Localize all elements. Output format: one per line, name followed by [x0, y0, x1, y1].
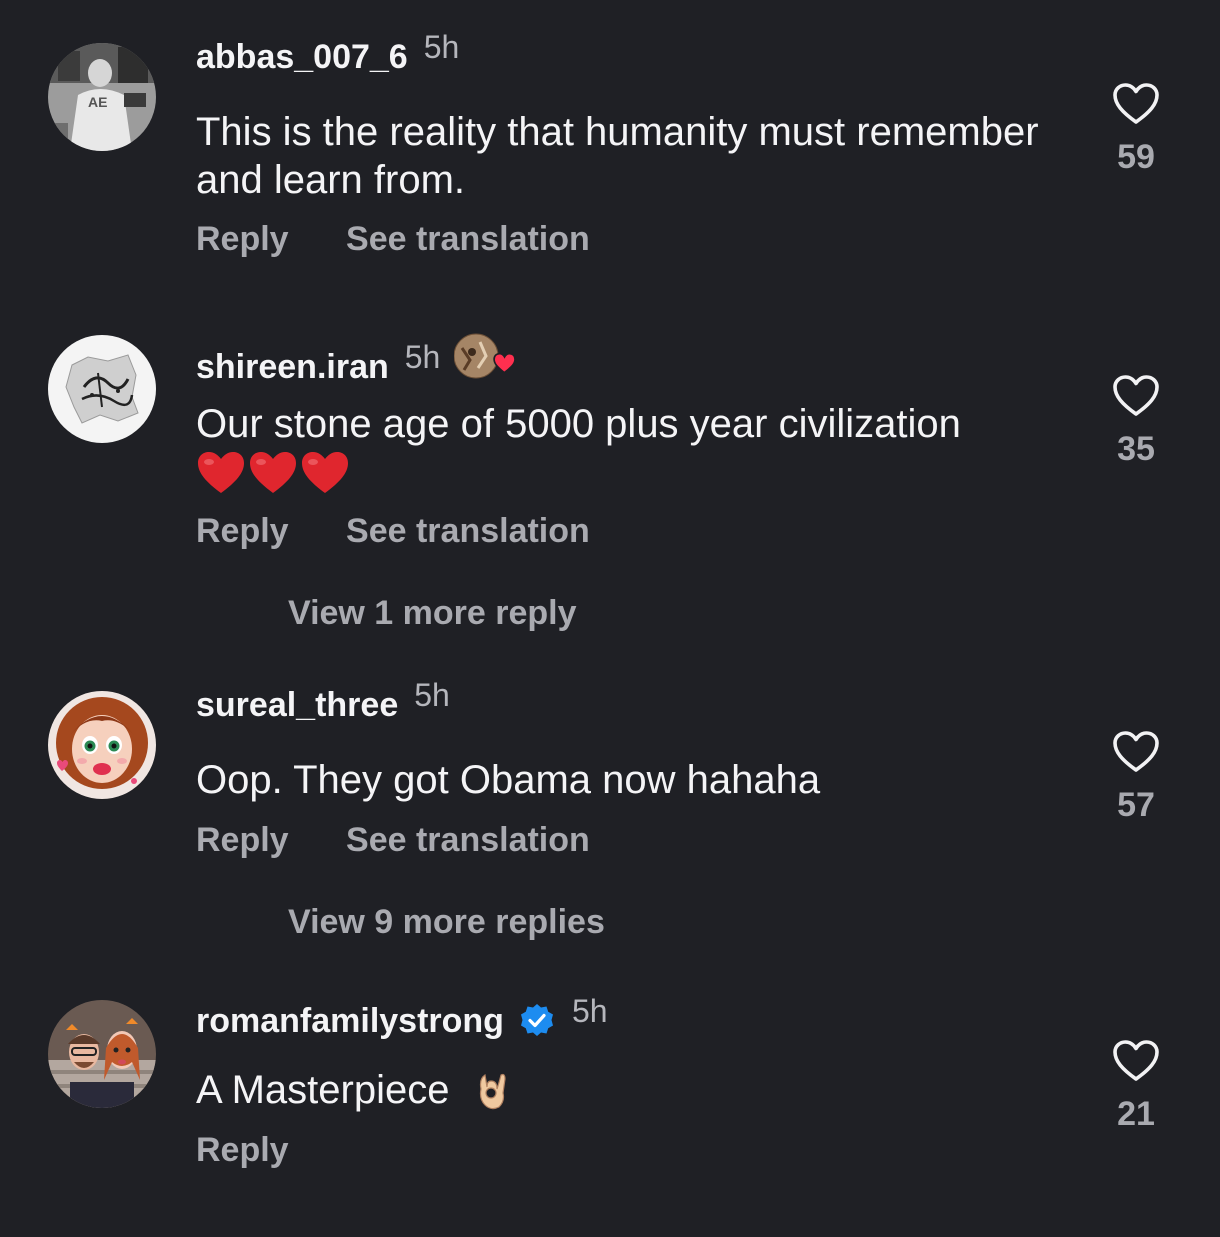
- comment-header: shireen.iran 5h: [196, 328, 517, 387]
- comment-text: A Masterpiece: [196, 1066, 1076, 1114]
- like-count: 35: [1117, 430, 1155, 468]
- like-section: 21: [1100, 1039, 1172, 1134]
- svg-text:AE: AE: [88, 94, 107, 110]
- heart-outline-icon[interactable]: [1112, 82, 1160, 126]
- reply-button[interactable]: Reply: [196, 821, 289, 859]
- comment-header: romanfamilystrong 5h: [196, 993, 608, 1041]
- reply-button[interactable]: Reply: [196, 1131, 289, 1169]
- username[interactable]: sureal_three: [196, 686, 398, 725]
- comment-actions: Reply: [196, 1131, 289, 1170]
- reply-button[interactable]: Reply: [196, 512, 289, 550]
- verified-badge-icon: [518, 1002, 556, 1045]
- comment-text-line: A Masterpiece: [196, 1068, 450, 1112]
- like-section: 59: [1100, 82, 1172, 177]
- timestamp: 5h: [571, 993, 608, 1029]
- see-translation-button[interactable]: See translation: [346, 512, 590, 550]
- timestamp: 5h: [423, 29, 460, 65]
- username[interactable]: romanfamilystrong: [196, 1002, 504, 1041]
- red-heart-icon: [250, 452, 296, 493]
- heart-outline-icon[interactable]: [1112, 1039, 1160, 1083]
- comment-text: This is the reality that humanity must r…: [196, 110, 1039, 202]
- avatar[interactable]: [48, 1000, 156, 1108]
- username[interactable]: abbas_007_6: [196, 38, 408, 77]
- like-section: 35: [1100, 374, 1172, 469]
- comment-actions: Reply See translation: [196, 512, 590, 551]
- avatar[interactable]: AE: [48, 43, 156, 151]
- comment-text: Our stone age of 5000 plus year civiliza…: [196, 400, 1076, 496]
- avatar[interactable]: [48, 335, 156, 443]
- see-translation-button[interactable]: See translation: [346, 220, 590, 258]
- avatar[interactable]: [48, 691, 156, 799]
- red-heart-icon: [302, 452, 348, 493]
- like-section: 57: [1100, 730, 1172, 825]
- reply-button[interactable]: Reply: [196, 220, 289, 258]
- comment-text: Oop. They got Obama now hahaha: [196, 758, 821, 802]
- comment-actions: Reply See translation: [196, 821, 590, 860]
- comment-header: abbas_007_6 5h: [196, 29, 459, 77]
- comment-actions: Reply See translation: [196, 220, 590, 259]
- heart-outline-icon[interactable]: [1112, 730, 1160, 774]
- timestamp: 5h: [404, 339, 441, 375]
- comment-text-line: Our stone age of 5000 plus year civiliza…: [196, 402, 961, 446]
- emoji-group: [196, 450, 1076, 496]
- username[interactable]: shireen.iran: [196, 348, 389, 387]
- see-translation-button[interactable]: See translation: [346, 821, 590, 859]
- view-more-replies-button[interactable]: View 9 more replies: [288, 903, 605, 942]
- heart-outline-icon[interactable]: [1112, 374, 1160, 418]
- ok-hand-emoji-icon: [479, 1073, 506, 1110]
- view-more-replies-button[interactable]: View 1 more reply: [288, 594, 577, 633]
- timestamp: 5h: [414, 677, 450, 713]
- like-count: 57: [1117, 786, 1155, 824]
- comment-header: sureal_three 5h: [196, 677, 450, 725]
- like-count: 59: [1117, 138, 1155, 176]
- like-count: 21: [1117, 1095, 1155, 1133]
- red-heart-icon: [198, 452, 244, 493]
- creator-liked-avatar-icon: [453, 332, 517, 387]
